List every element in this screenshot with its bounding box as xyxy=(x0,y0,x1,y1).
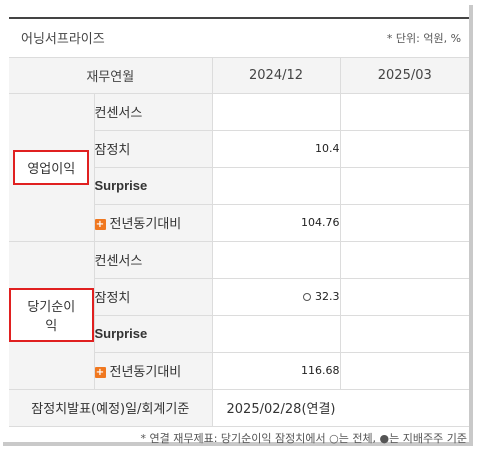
column-header-2025-03: 2025/03 xyxy=(339,57,470,94)
row-label: 전년동기대비 xyxy=(109,365,182,380)
plus-icon[interactable]: + xyxy=(94,219,106,230)
value-text: 32.3 xyxy=(315,290,340,303)
value-cell xyxy=(211,93,341,131)
column-header-label: 재무연월 xyxy=(9,57,213,94)
row-label: 컨센서스 xyxy=(93,93,213,131)
value-cell xyxy=(339,93,470,131)
table-row: 당기순이익 컨센서스 xyxy=(9,241,470,390)
circle-icon xyxy=(303,293,312,301)
value-cell xyxy=(339,241,470,279)
row-label: 컨센서스 xyxy=(93,241,213,279)
value-cell xyxy=(339,204,470,242)
row-label: 잠정치 xyxy=(93,130,213,168)
group-label-net-income: 당기순이익 xyxy=(9,288,94,342)
group-cell-net-income: 당기순이익 xyxy=(9,241,94,390)
table-row: 영업이익 컨센서스 xyxy=(9,93,470,242)
column-header-row: 재무연월 2024/12 2025/03 xyxy=(9,57,470,94)
value-cell: 10.4 xyxy=(211,130,341,168)
announcement-date-label: 잠정치발표(예정)일/회계기준 xyxy=(9,389,213,427)
earnings-surprise-panel: 어닝서프라이즈 * 단위: 억원, % 재무연월 2024/12 2025/03… xyxy=(3,5,473,446)
value-cell xyxy=(339,130,470,168)
value-cell: 116.68 xyxy=(211,352,341,390)
row-label-yoy[interactable]: + 전년동기대비 xyxy=(93,352,213,390)
announcement-date-row: 잠정치발표(예정)일/회계기준 2025/02/28(연결) xyxy=(9,389,470,427)
row-label: 잠정치 xyxy=(93,278,213,316)
plus-icon[interactable]: + xyxy=(94,367,106,378)
group-cell-operating-profit: 영업이익 xyxy=(9,93,94,242)
row-label-yoy[interactable]: + 전년동기대비 xyxy=(93,204,213,242)
row-label: Surprise xyxy=(93,167,213,205)
row-label: 전년동기대비 xyxy=(109,217,182,232)
table-title-row: 어닝서프라이즈 * 단위: 억원, % xyxy=(9,19,470,58)
column-header-2024-12: 2024/12 xyxy=(211,57,341,94)
unit-note: * 단위: 억원, % xyxy=(212,19,470,58)
value-cell xyxy=(339,315,470,353)
value-cell xyxy=(211,315,341,353)
footnote: * 연결 재무제표: 당기순이익 잠정치에서 ○는 전체, ●는 지배주주 기준 xyxy=(140,432,468,445)
value-cell xyxy=(211,241,341,279)
announcement-date-value: 2025/02/28(연결) xyxy=(211,389,470,427)
value-cell: 104.76 xyxy=(211,204,341,242)
table-title: 어닝서프라이즈 xyxy=(9,19,213,58)
earnings-surprise-table: 어닝서프라이즈 * 단위: 억원, % 재무연월 2024/12 2025/03… xyxy=(9,19,470,427)
value-cell xyxy=(339,352,470,390)
value-cell xyxy=(339,167,470,205)
group-label-operating-profit: 영업이익 xyxy=(13,149,90,185)
row-label: Surprise xyxy=(93,315,213,353)
value-cell xyxy=(211,167,341,205)
value-cell-with-marker: 32.3 xyxy=(211,278,341,316)
value-cell xyxy=(339,278,470,316)
